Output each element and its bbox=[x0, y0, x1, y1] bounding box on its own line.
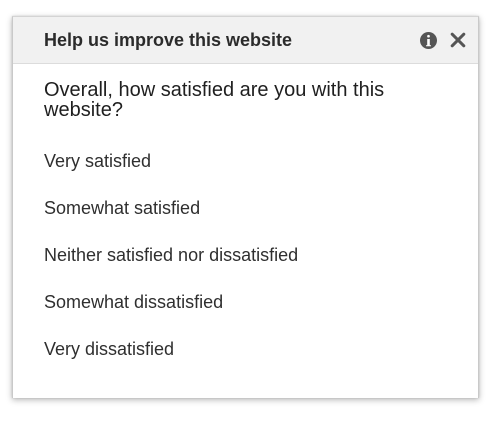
survey-body: Overall, how satisfied are you with this… bbox=[44, 79, 458, 359]
info-icon[interactable] bbox=[418, 30, 438, 50]
option-somewhat-satisfied[interactable]: Somewhat satisfied bbox=[44, 197, 200, 219]
header-icon-group bbox=[418, 29, 468, 51]
survey-header: Help us improve this website bbox=[13, 17, 478, 64]
option-very-satisfied[interactable]: Very satisfied bbox=[44, 150, 151, 172]
page: Help us improve this website Overall, ho… bbox=[0, 0, 504, 421]
option-very-dissatisfied[interactable]: Very dissatisfied bbox=[44, 338, 174, 360]
survey-question: Overall, how satisfied are you with this… bbox=[44, 79, 385, 121]
survey-title: Help us improve this website bbox=[44, 30, 293, 50]
close-icon[interactable] bbox=[448, 30, 468, 50]
option-somewhat-dissatisfied[interactable]: Somewhat dissatisfied bbox=[44, 291, 223, 313]
survey-dialog: Help us improve this website Overall, ho… bbox=[12, 16, 479, 398]
option-neither[interactable]: Neither satisfied nor dissatisfied bbox=[44, 244, 298, 266]
